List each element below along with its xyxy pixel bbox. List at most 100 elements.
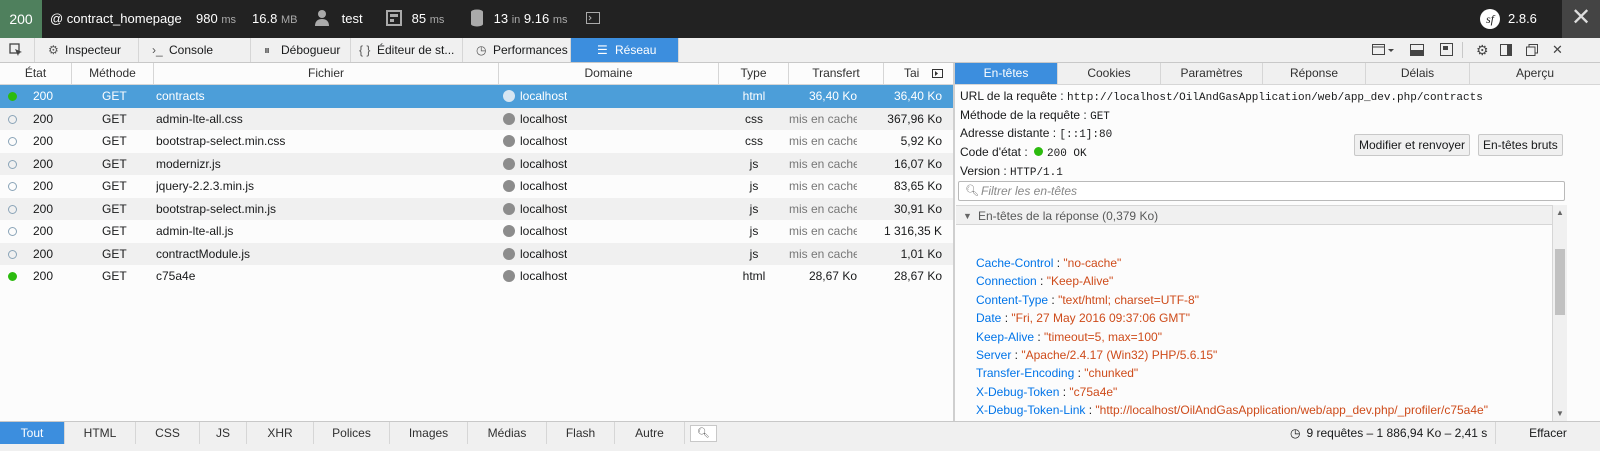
column-status[interactable]: État [0, 63, 72, 84]
header-separator: : [1034, 329, 1045, 344]
header-name: Keep-Alive [976, 329, 1035, 344]
route-name[interactable]: @ contract_homepage [50, 0, 182, 38]
filter-html-button[interactable]: HTML [65, 422, 136, 444]
filter-media-button[interactable]: Médias [468, 422, 547, 444]
cell-type: js [749, 224, 759, 238]
table-row[interactable]: 200 GET admin-lte-all.css localhost css mis e… [0, 107, 953, 131]
forms-panel[interactable]: 85 ms [386, 0, 444, 38]
filter-fonts-button[interactable]: Polices [314, 422, 390, 444]
tab-preview[interactable]: Aperçu [1470, 63, 1600, 84]
tab-network-label: Réseau [615, 43, 657, 57]
column-domain[interactable]: Domaine [499, 63, 719, 84]
symfony-logo-icon[interactable]: sf [1480, 9, 1500, 29]
table-row[interactable]: 200 GET jquery-2.2.3.min.js localhost js mis … [0, 175, 953, 198]
tab-cookies[interactable]: Cookies [1058, 63, 1161, 84]
tab-headers[interactable]: En-têtes [955, 63, 1058, 84]
response-header-line[interactable]: Cache-Control : "no-cache" [976, 256, 1121, 270]
header-value: "timeout=5, max=100" [1044, 329, 1162, 344]
tab-style-editor[interactable]: { } Éditeur de st... [351, 38, 463, 62]
gear-icon[interactable]: ⚙ [1476, 38, 1489, 62]
symfony-version[interactable]: 2.8.6 [1508, 0, 1537, 38]
status-code-badge[interactable]: 200 [0, 0, 42, 38]
scroll-down-icon[interactable]: ▼ [1556, 409, 1564, 418]
split-console-icon[interactable] [1410, 38, 1424, 62]
tab-params[interactable]: Paramètres [1161, 63, 1263, 84]
tab-debugger[interactable]: ⏸ Débogueur [251, 38, 351, 62]
responsive-mode-icon[interactable] [1372, 38, 1394, 62]
memory-usage[interactable]: 16.8 MB [252, 0, 297, 38]
raw-headers-button[interactable]: En-têtes bruts [1478, 134, 1563, 156]
header-value: "no-cache" [1063, 256, 1122, 270]
response-header-line[interactable]: Connection : "Keep-Alive" [976, 274, 1113, 288]
cell-method: GET [102, 111, 127, 126]
filter-images-button[interactable]: Images [390, 422, 468, 444]
tab-timings[interactable]: Délais [1366, 63, 1470, 84]
response-header-line[interactable]: Content-Type : "text/html; charset=UTF-8… [976, 293, 1199, 307]
toggle-waterfall-icon[interactable] [932, 69, 943, 78]
cell-domain-text: localhost [520, 89, 568, 103]
header-value: "Fri, 27 May 2016 09:37:06 GMT" [1011, 311, 1190, 326]
table-row[interactable]: 200 GET modernizr.js localhost js mis en cach… [0, 152, 953, 176]
undock-icon[interactable] [1526, 38, 1538, 62]
close-devtools-icon[interactable]: ✕ [1552, 38, 1563, 62]
response-header-line[interactable]: X-Debug-Token-Link : "http://localhost/O… [976, 403, 1488, 417]
tab-performance[interactable]: ◷ Performances [463, 38, 571, 62]
cell-status: 200 [33, 156, 54, 171]
filter-css-button[interactable]: CSS [136, 422, 200, 444]
terminal-panel[interactable] [586, 0, 600, 38]
column-method[interactable]: Méthode [72, 63, 154, 84]
clear-button[interactable]: Effacer [1495, 422, 1600, 444]
filter-all-button[interactable]: Tout [0, 422, 65, 444]
table-row[interactable]: 200 GET bootstrap-select.min.js localhost js… [0, 197, 953, 221]
cell-status: 200 [33, 179, 54, 193]
table-row[interactable]: 200 GET contractModule.js localhost js mis en… [0, 242, 953, 266]
column-file[interactable]: Fichier [154, 63, 499, 84]
response-header-line[interactable]: Date : "Fri, 27 May 2016 09:37:06 GMT" [976, 311, 1190, 325]
scrollbar-thumb[interactable] [1555, 249, 1565, 315]
filter-flash-button[interactable]: Flash [547, 422, 615, 444]
globe-icon [503, 112, 515, 125]
tab-console[interactable]: ›_ Console [139, 38, 251, 62]
request-time[interactable]: 980 ms [196, 0, 236, 38]
stopwatch-icon: ◷ [1290, 426, 1301, 440]
dock-side-icon[interactable] [1500, 38, 1512, 62]
close-toolbar-button[interactable]: ✕ [1562, 0, 1600, 38]
response-header-line[interactable]: X-Debug-Token : "c75a4e" [976, 385, 1117, 399]
tab-network[interactable]: ☰ Réseau [571, 38, 679, 62]
cell-transfer: 36,40 Ko [808, 89, 857, 103]
response-header-line[interactable]: Keep-Alive : "timeout=5, max=100" [976, 330, 1162, 344]
user-panel[interactable]: test [314, 0, 363, 38]
cell-domain: localhost [503, 153, 567, 176]
response-headers-section[interactable]: ▼ En-têtes de la réponse (0,379 Ko) [956, 205, 1552, 225]
filter-search-icon[interactable]: 🔍︎ [690, 425, 717, 442]
edit-resend-button[interactable]: Modifier et renvoyer [1354, 134, 1471, 156]
scratchpad-icon[interactable] [1440, 38, 1453, 62]
scroll-up-icon[interactable]: ▲ [1556, 208, 1564, 217]
table-row[interactable]: 200 GET c75a4e localhost html 28,67 Ko 28,67 K… [0, 265, 953, 288]
column-type[interactable]: Type [719, 63, 789, 84]
request-summary[interactable]: ◷ 9 requêtes – 1 886,94 Ko – 2,41 s [1290, 422, 1487, 444]
cell-size: 16,07 Ko [893, 156, 942, 171]
response-header-line[interactable]: Server : "Apache/2.4.17 (Win32) PHP/5.6.… [976, 348, 1217, 362]
database-panel[interactable]: 13 in 9.16 ms [470, 0, 568, 38]
table-row[interactable]: 200 GET bootstrap-select.min.css localhost c… [0, 130, 953, 153]
filter-headers-input[interactable] [981, 183, 1561, 199]
filter-other-button[interactable]: Autre [615, 422, 685, 444]
db-time: 9.16 [523, 11, 550, 26]
tab-inspector[interactable]: ⚙ Inspecteur [34, 38, 139, 62]
filter-js-button[interactable]: JS [200, 422, 247, 444]
column-size[interactable]: Tai [884, 63, 953, 84]
db-time-unit: ms [552, 14, 568, 26]
response-header-line[interactable]: Transfer-Encoding : "chunked" [976, 366, 1138, 380]
column-transfer[interactable]: Transfert [789, 63, 884, 84]
pick-element-icon[interactable] [9, 38, 23, 62]
tab-response[interactable]: Réponse [1263, 63, 1366, 84]
cell-transfer: mis en cache [789, 179, 857, 193]
details-scrollbar[interactable]: ▲ ▼ [1552, 205, 1567, 421]
panel-splitter[interactable] [953, 63, 955, 422]
table-row[interactable]: 200 GET contracts localhost html 36,40 Ko 36,4… [0, 85, 953, 108]
table-row[interactable]: 200 GET admin-lte-all.js localhost js mis en … [0, 220, 953, 243]
filter-xhr-button[interactable]: XHR [247, 422, 314, 444]
cell-file: bootstrap-select.min.css [156, 134, 286, 148]
header-separator: : [1085, 403, 1096, 418]
